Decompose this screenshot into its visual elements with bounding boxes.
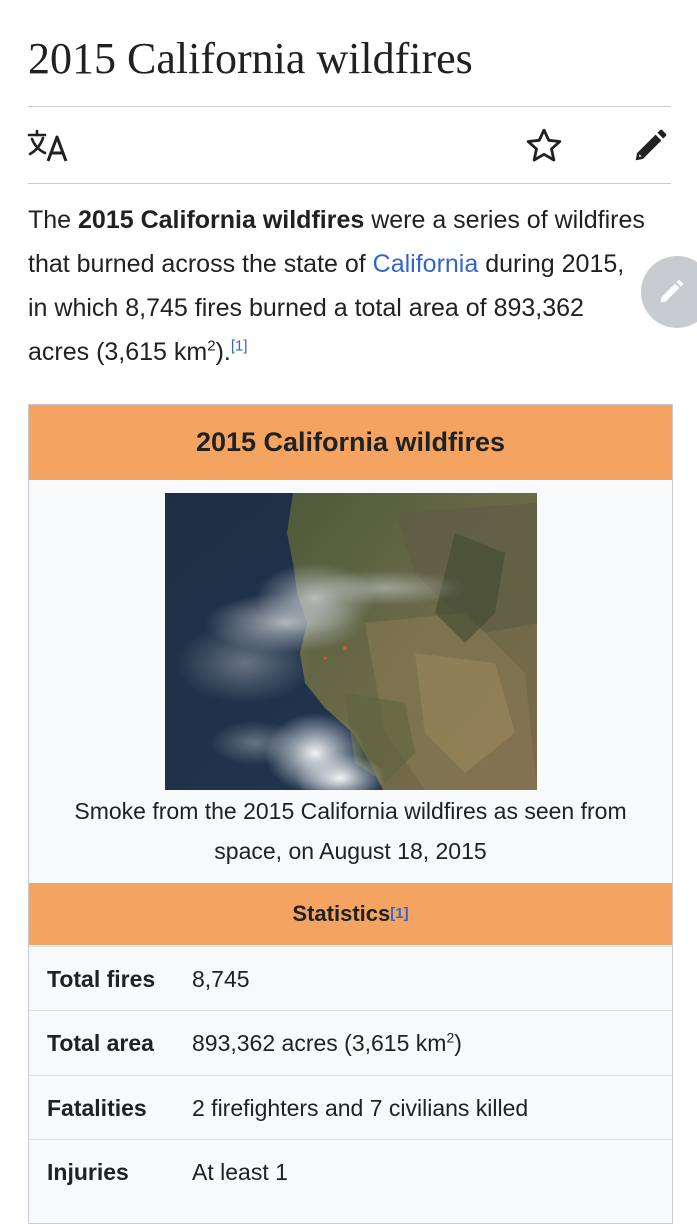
pencil-icon [635, 129, 667, 161]
stat-label: Total fires [47, 966, 156, 992]
star-icon [526, 128, 562, 162]
california-link[interactable]: California [373, 250, 479, 278]
divider [28, 183, 671, 184]
lead-bold-title: 2015 California wildfires [78, 206, 365, 234]
stat-value: At least 1 [192, 1159, 288, 1185]
superscript-2: 2 [207, 337, 216, 355]
floating-edit-button[interactable] [641, 256, 697, 328]
page-title: 2015 California wildfires [28, 34, 473, 83]
stat-value: 2 firefighters and 7 civilians killed [192, 1095, 529, 1121]
image-caption: Smoke from the 2015 California wildfires… [74, 798, 627, 864]
reference-link[interactable]: [1] [231, 338, 248, 355]
language-button[interactable] [22, 122, 74, 170]
satellite-photo [165, 493, 537, 790]
pencil-icon [660, 279, 684, 303]
stat-value: 893,362 acres (3,615 km2) [192, 1011, 462, 1075]
edit-page-button[interactable] [624, 122, 676, 170]
watch-star-button[interactable] [518, 122, 570, 170]
stat-value-text: ) [454, 1030, 462, 1056]
lead-paragraph: The 2015 California wildfires were a ser… [28, 198, 648, 374]
statistics-header-label: Statistics [292, 901, 391, 926]
satellite-image[interactable] [165, 493, 537, 790]
stat-value-text: 893,362 acres (3,615 km [192, 1030, 447, 1056]
stat-row-total-fires: Total fires 8,745 [29, 946, 672, 1010]
stat-row-fatalities: Fatalities 2 firefighters and 7 civilian… [29, 1075, 672, 1139]
stat-row-injuries: Injuries At least 1 [29, 1139, 672, 1203]
stat-row-total-area: Total area 893,362 acres (3,615 km2) [29, 1010, 672, 1074]
translate-icon [27, 129, 68, 162]
stat-label: Fatalities [47, 1095, 147, 1121]
stat-label: Injuries [47, 1159, 129, 1185]
stat-label: Total area [47, 1030, 154, 1056]
lead-text: The [28, 206, 79, 234]
lead-text: ). [215, 338, 231, 366]
reference-link[interactable]: [1] [390, 905, 408, 922]
statistics-header: Statistics [1] [29, 883, 672, 945]
stat-value: 8,745 [192, 966, 250, 992]
divider [28, 106, 671, 107]
infobox-title: 2015 California wildfires [29, 405, 672, 480]
infobox: 2015 California wildfires Smoke from the… [28, 404, 673, 1224]
